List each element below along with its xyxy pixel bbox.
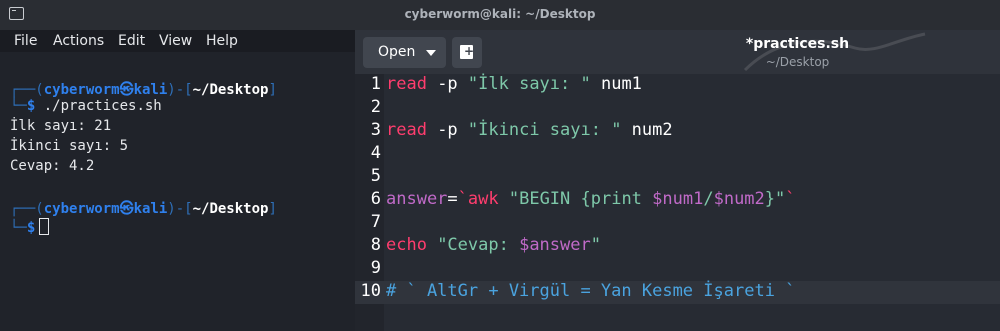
text-cursor bbox=[39, 218, 50, 235]
menu-view[interactable]: View bbox=[159, 33, 192, 49]
terminal-menubar: File Actions Edit View Help bbox=[0, 30, 355, 52]
menu-file[interactable]: File bbox=[14, 33, 37, 49]
menu-help[interactable]: Help bbox=[206, 33, 238, 49]
code-line: 7 bbox=[370, 212, 381, 232]
prompt-line: ┌──(cyberworm㉿kali)-[~/Desktop] bbox=[10, 82, 277, 98]
code-line: 5 bbox=[370, 166, 381, 186]
command-line: └─$ ./practices.sh bbox=[10, 98, 162, 114]
prompt-line: ┌──(cyberworm㉿kali)-[~/Desktop] bbox=[10, 201, 277, 217]
code-line: 2 bbox=[370, 97, 381, 117]
code-line: 4 bbox=[370, 143, 381, 163]
text-editor: Open + *practices.sh ~/Desktop 1 read -p… bbox=[355, 30, 1000, 331]
document-path: ~/Desktop bbox=[765, 55, 830, 69]
code-line: 3 read -p "İkinci sayı: " num2 bbox=[370, 120, 673, 140]
code-view[interactable]: 1 read -p "İlk sayı: " num1 2 3 read -p … bbox=[355, 74, 1000, 331]
menu-edit[interactable]: Edit bbox=[118, 33, 145, 49]
window-title: cyberworm@kali: ~/Desktop bbox=[404, 7, 596, 21]
code-line: 8 echo "Cevap: $answer" bbox=[370, 235, 601, 255]
editor-headerbar: Open + *practices.sh ~/Desktop bbox=[355, 30, 1000, 74]
terminal-titlebar: cyberworm@kali: ~/Desktop bbox=[0, 0, 1000, 30]
code-line: 1 read -p "İlk sayı: " num1 bbox=[370, 74, 642, 94]
input-line[interactable]: └─$ bbox=[10, 218, 50, 236]
code-line: 6 answer=`awk "BEGIN {print $num1/$num2}… bbox=[370, 189, 796, 209]
terminal-output[interactable]: ┌──(cyberworm㉿kali)-[~/Desktop] └─$ ./pr… bbox=[0, 52, 355, 331]
output-line: İkinci sayı: 5 bbox=[10, 138, 129, 154]
current-code-line: 10 # ` AltGr + Virgül = Yan Kesme İşaret… bbox=[355, 281, 1000, 304]
output-line: İlk sayı: 21 bbox=[10, 118, 112, 134]
code-line: 9 bbox=[370, 258, 381, 278]
command-text: ./practices.sh bbox=[43, 98, 162, 114]
document-title: *practices.sh bbox=[745, 36, 850, 52]
output-line: Cevap: 4.2 bbox=[10, 158, 95, 174]
menu-actions[interactable]: Actions bbox=[53, 33, 104, 49]
